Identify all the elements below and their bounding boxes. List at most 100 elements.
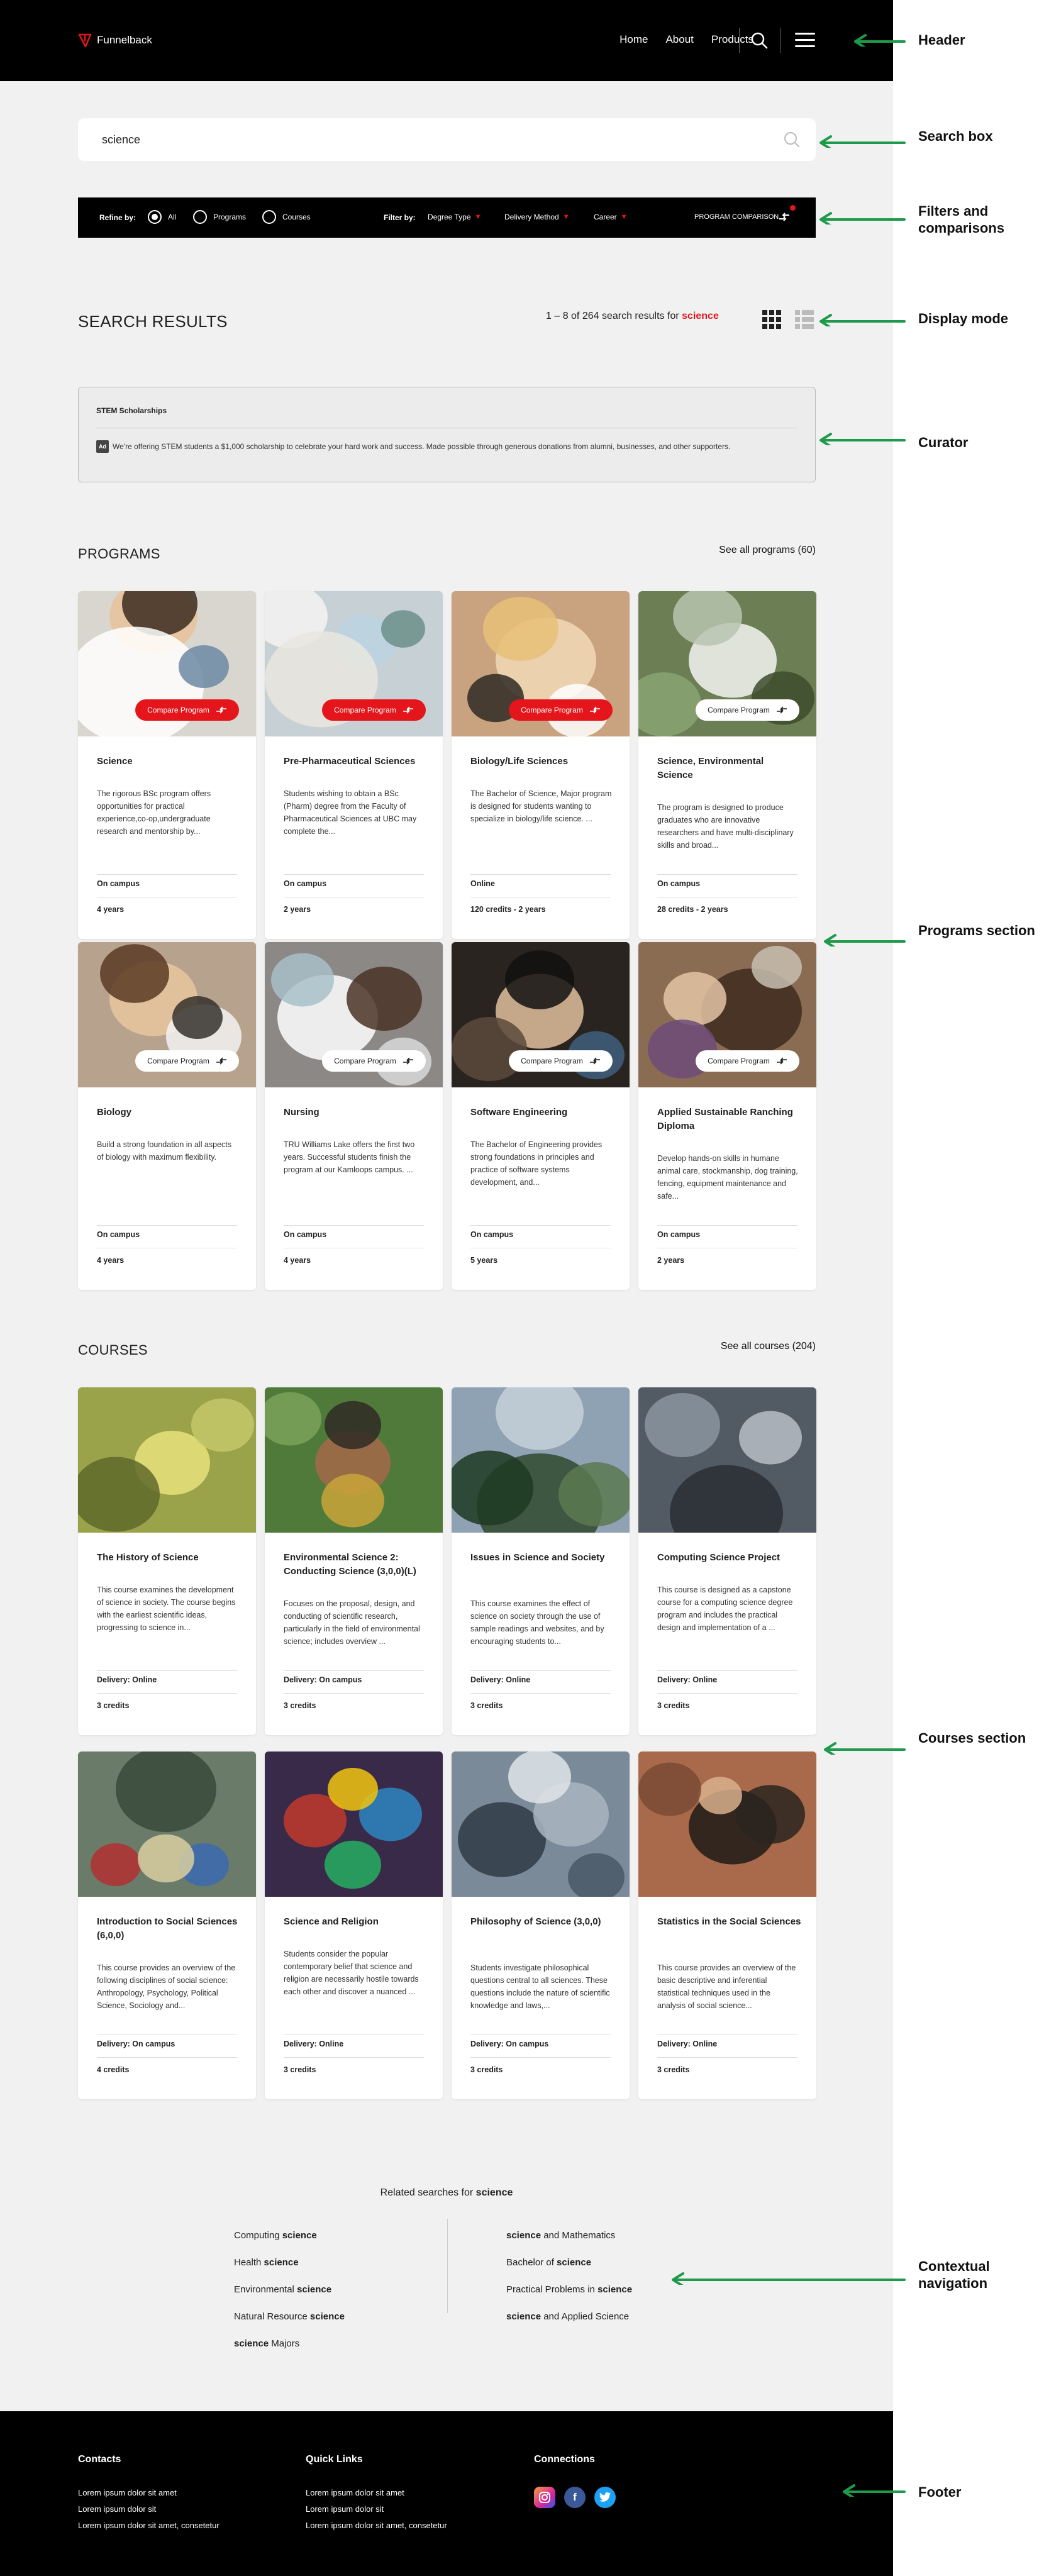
footer-link[interactable]: Lorem ipsum dolor sit <box>306 2504 384 2514</box>
nav-about[interactable]: About <box>665 33 693 46</box>
programs-title: PROGRAMS <box>78 546 160 562</box>
compare-program-label: Compare Program <box>334 706 396 714</box>
nav-products[interactable]: Products <box>711 33 753 46</box>
card-title: Biology <box>97 1107 131 1118</box>
search-icon[interactable] <box>750 31 768 49</box>
list-view-icon[interactable] <box>795 310 814 329</box>
main-nav: Home About Products <box>619 33 753 46</box>
search-input[interactable] <box>102 118 731 161</box>
delivery-mode: On campus <box>470 1230 514 1239</box>
card-title: Science, Environmental Science <box>657 756 764 780</box>
course-card[interactable]: Philosophy of Science (3,0,0) Students in… <box>452 1752 630 2099</box>
course-card[interactable]: Environmental Science 2: Conducting Scie… <box>265 1387 443 1735</box>
card-title: Philosophy of Science (3,0,0) <box>470 1916 601 1927</box>
course-card[interactable]: Science and Religion Students consider th… <box>265 1752 443 2099</box>
twitter-icon[interactable] <box>594 2487 616 2508</box>
compare-program-button[interactable]: Compare Program <box>322 1050 426 1072</box>
compare-program-button[interactable]: Compare Program <box>509 699 613 721</box>
chevron-down-icon: ▼ <box>620 213 628 221</box>
card-description: Build a strong foundation in all aspects… <box>97 1140 232 1162</box>
annotation-label: Search box <box>918 128 993 144</box>
results-query: science <box>682 311 719 321</box>
related-search-link[interactable]: Practical Problems in science <box>506 2284 632 2295</box>
program-card[interactable]: Compare Program Biology Build a strong fou… <box>78 942 256 1290</box>
footer-link[interactable]: Lorem ipsum dolor sit amet <box>306 2488 404 2497</box>
compare-arrows-icon <box>216 1057 226 1065</box>
card-title: Pre-Pharmaceutical Sciences <box>284 756 416 767</box>
related-search-link[interactable]: Environmental science <box>234 2284 331 2295</box>
related-search-link[interactable]: Bachelor of science <box>506 2257 591 2268</box>
divider <box>657 1693 797 1694</box>
related-search-link[interactable]: science Majors <box>234 2338 299 2349</box>
related-title-query: science <box>475 2187 513 2198</box>
course-card[interactable]: The History of Science This course examin… <box>78 1387 256 1735</box>
program-card[interactable]: Compare Program Biology/Life Sciences The … <box>452 591 630 939</box>
related-search-link[interactable]: Natural Resource science <box>234 2311 345 2322</box>
compare-program-button[interactable]: Compare Program <box>696 1050 799 1072</box>
site-footer: Contacts Lorem ipsum dolor sit amet Lore… <box>0 2411 893 2576</box>
compare-arrows-icon[interactable] <box>777 210 791 224</box>
compare-program-button[interactable]: Compare Program <box>696 699 799 721</box>
dropdown-degree-type[interactable]: Degree Type ▼ <box>428 213 481 221</box>
course-credits: 3 credits <box>284 1701 316 1710</box>
course-credits: 4 credits <box>97 2065 130 2074</box>
program-card[interactable]: Compare Program Pre-Pharmaceutical Scienc… <box>265 591 443 939</box>
compare-program-label: Compare Program <box>521 706 583 714</box>
course-card[interactable]: Statistics in the Social Sciences This co… <box>638 1752 816 2099</box>
compare-program-label: Compare Program <box>708 1057 770 1065</box>
course-image <box>78 1752 256 1897</box>
program-duration: 5 years <box>470 1256 498 1265</box>
dropdown-delivery-method[interactable]: Delivery Method ▼ <box>504 213 570 221</box>
related-search-link[interactable]: science and Mathematics <box>506 2230 615 2241</box>
related-search-link[interactable]: Health science <box>234 2257 299 2268</box>
footer-link[interactable]: Lorem ipsum dolor sit amet, consetetur <box>78 2521 219 2530</box>
course-card[interactable]: Computing Science Project This course is … <box>638 1387 816 1735</box>
nav-home[interactable]: Home <box>619 33 648 46</box>
footer-link[interactable]: Lorem ipsum dolor sit amet, consetetur <box>306 2521 447 2530</box>
compare-program-button[interactable]: Compare Program <box>135 1050 239 1072</box>
related-searches-title: Related searches for science <box>0 2187 893 2199</box>
program-card[interactable]: Compare Program Science, Environmental Sc… <box>638 591 816 939</box>
related-search-link[interactable]: science and Applied Science <box>506 2311 629 2322</box>
delivery-mode: Online <box>470 879 495 888</box>
compare-program-button[interactable]: Compare Program <box>135 699 239 721</box>
program-duration: 120 credits - 2 years <box>470 905 546 914</box>
compare-program-button[interactable]: Compare Program <box>322 699 426 721</box>
card-title: The History of Science <box>97 1552 199 1563</box>
divider <box>97 1225 237 1226</box>
compare-program-button[interactable]: Compare Program <box>509 1050 613 1072</box>
filter-label: Filter by: <box>384 213 416 222</box>
footer-link[interactable]: Lorem ipsum dolor sit amet <box>78 2488 177 2497</box>
hamburger-menu-icon[interactable] <box>795 33 815 48</box>
annotation-label: Programs section <box>918 923 1035 938</box>
delivery-mode: On campus <box>97 1230 140 1239</box>
annotation-label: Curator <box>918 435 969 450</box>
program-card[interactable]: Compare Program Software Engineering The B… <box>452 942 630 1290</box>
program-comparison-label[interactable]: PROGRAM COMPARISON <box>694 213 779 221</box>
program-card[interactable]: Compare Program Nursing TRU Williams Lake … <box>265 942 443 1290</box>
see-all-courses-link[interactable]: See all courses (204) <box>721 1341 816 1352</box>
program-card[interactable]: Compare Program Applied Sustainable Ranch… <box>638 942 816 1290</box>
course-card[interactable]: Issues in Science and Society This course… <box>452 1387 630 1735</box>
instagram-icon[interactable] <box>534 2487 555 2508</box>
search-icon[interactable] <box>783 131 801 148</box>
annotation-arrow-icon <box>824 1742 906 1755</box>
dropdown-career[interactable]: Career ▼ <box>594 213 628 221</box>
radio-all[interactable]: All <box>148 210 176 224</box>
radio-label: All <box>168 213 177 221</box>
related-search-link[interactable]: Computing science <box>234 2230 317 2241</box>
logo[interactable]: Funnelback <box>78 33 152 48</box>
radio-courses[interactable]: Courses <box>262 210 311 224</box>
grid-view-icon[interactable] <box>762 310 781 329</box>
dropdown-label: Career <box>594 213 617 221</box>
footer-link[interactable]: Lorem ipsum dolor sit <box>78 2504 156 2514</box>
see-all-programs-link[interactable]: See all programs (60) <box>719 545 816 556</box>
radio-programs[interactable]: Programs <box>193 210 246 224</box>
facebook-icon[interactable]: f <box>564 2487 586 2508</box>
card-title: Nursing <box>284 1107 319 1118</box>
program-card[interactable]: Compare Program Science The rigorous BSc p… <box>78 591 256 939</box>
course-card[interactable]: Introduction to Social Sciences (6,0,0) T… <box>78 1752 256 2099</box>
compare-program-label: Compare Program <box>147 706 209 714</box>
annotation-label: Filters and comparisons <box>918 203 1004 236</box>
divider <box>470 2057 611 2058</box>
